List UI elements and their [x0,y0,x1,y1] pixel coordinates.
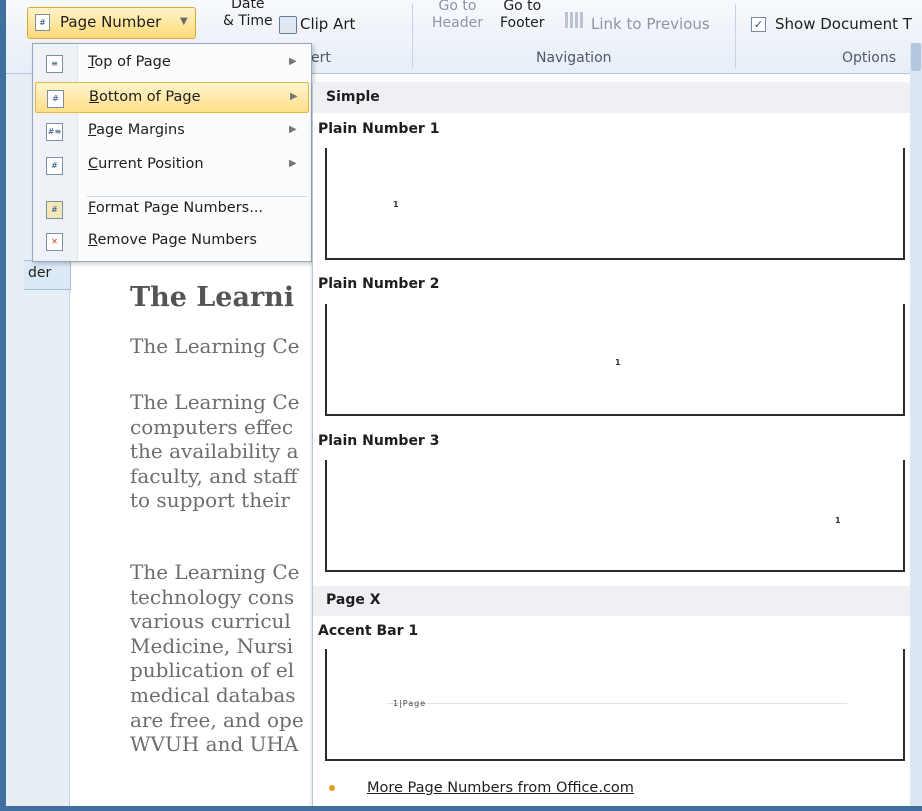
document-line: technology cons [130,584,295,609]
menu-item-format-page-numbers[interactable]: # Format Page Numbers... [35,194,309,225]
page-number-mark: 1 [615,358,621,367]
show-document-text-checkbox[interactable]: ✓ [751,17,766,32]
page-number-label: Page Number [60,13,162,31]
bullet-icon [329,785,335,791]
menu-item-label: Current Position [88,156,204,172]
menu-item-label: Page Margins [88,122,185,138]
navigation-group-label: Navigation [536,50,612,66]
go-to-header-line1: Go to [438,0,477,14]
date-time-line1: Date [231,0,265,12]
document-title: The Learni [130,282,295,313]
options-group-label: Options [842,50,897,66]
ribbon-separator [735,4,736,68]
accent-bar-line [387,703,847,704]
document-line: The Learning Ce [130,560,300,584]
go-to-header-button[interactable]: Go to Header [432,0,483,32]
gallery-item-plain-number-2[interactable]: 1 [325,304,905,416]
clip-art-button[interactable]: Clip Art [300,15,355,33]
document-line: the availability a [130,439,299,464]
scrollbar-thumb[interactable] [911,43,921,71]
bottom-of-page-icon: # [47,90,64,108]
show-document-text-label: Show Document T [775,15,912,33]
document-line: faculty, and staff [130,463,298,488]
gallery-item-name: Accent Bar 1 [318,623,419,639]
document-line: medical databas [130,682,296,707]
document-line: The Learning Ce [130,334,300,358]
page-number-mark: 1 [393,200,399,209]
document-paragraph-2: The Learning Ce computers effec the avai… [130,390,299,513]
current-position-icon: # [46,157,63,175]
chevron-right-icon: ▶ [289,158,297,169]
document-paragraph-1: The Learning Ce [130,334,299,359]
clip-art-icon [279,16,297,34]
gallery-item-plain-number-1[interactable]: 1 [325,148,905,260]
menu-item-bottom-of-page[interactable]: # Bottom of Page ▶ [35,82,309,113]
gallery-item-plain-number-3[interactable]: 1 [325,460,905,572]
header-tab[interactable]: der [24,260,71,290]
document-line: to support their [130,488,290,513]
document-line: computers effec [130,414,294,439]
more-page-numbers-link[interactable]: More Page Numbers from Office.com [313,776,911,806]
document-line: The Learning Ce [130,390,300,414]
window-frame-bottom [0,806,922,811]
gallery-section-simple: Simple [313,83,911,113]
page-number-button[interactable]: # Page Number ▼ [27,7,196,39]
menu-item-page-margins[interactable]: #≡ Page Margins ▶ [35,116,309,147]
document-line: various curricul [130,609,291,634]
document-line: WVUH and UHA [130,732,299,757]
page-number-menu: ≡ Top of Page ▶ # Bottom of Page ▶ #≡ Pa… [32,43,312,262]
gallery-item-name: Plain Number 3 [318,433,440,449]
chevron-right-icon: ▶ [289,124,297,135]
menu-item-label: Bottom of Page [89,89,201,105]
gallery-item-name: Plain Number 2 [318,276,440,292]
document-line: Medicine, Nursi [130,633,294,658]
page-number-mark: 1 [835,516,841,525]
accent-bar-text: 1|Page [393,699,427,708]
menu-item-top-of-page[interactable]: ≡ Top of Page ▶ [35,48,309,79]
ribbon-separator [412,4,413,68]
menu-item-label: Remove Page Numbers [88,232,257,248]
menu-item-label: Top of Page [88,54,171,70]
bottom-of-page-gallery: Simple Plain Number 1 1 Plain Number 2 1… [312,83,911,806]
menu-item-remove-page-numbers[interactable]: ✕ Remove Page Numbers [35,226,309,257]
go-to-footer-line2: Footer [500,15,545,31]
link-to-previous-icon [565,12,583,28]
go-to-footer-line1: Go to [503,0,542,14]
chevron-down-icon: ▼ [180,16,188,27]
menu-item-current-position[interactable]: # Current Position ▶ [35,150,309,181]
vertical-scrollbar[interactable] [910,43,922,806]
document-line: are free, and ope [130,707,304,732]
go-to-header-line2: Header [432,15,483,31]
page-number-icon: # [35,14,50,31]
document-line: publication of el [130,658,295,683]
chevron-right-icon: ▶ [289,56,297,67]
gallery-item-name: Plain Number 1 [318,121,440,137]
date-time-line2: & Time [223,13,273,29]
menu-item-label: Format Page Numbers... [88,200,264,216]
gallery-section-page-x: Page X [313,586,911,616]
document-paragraph-3: The Learning Ce technology cons various … [130,560,304,757]
top-of-page-icon: ≡ [46,55,63,73]
date-time-button[interactable]: Date & Time [223,0,273,30]
header-tab-label: der [28,265,52,281]
link-to-previous-button[interactable]: Link to Previous [591,15,710,33]
more-page-numbers-label: More Page Numbers from Office.com [367,780,634,796]
section-label: Page X [326,592,381,608]
chevron-right-icon: ▶ [290,91,298,102]
go-to-footer-button[interactable]: Go to Footer [500,0,545,32]
page-margins-icon: #≡ [46,123,63,141]
gallery-item-accent-bar-1[interactable]: 1|Page [325,649,905,761]
insert-group-label: ert [311,50,331,66]
format-page-numbers-icon: # [46,201,63,219]
section-label: Simple [326,89,380,105]
remove-page-numbers-icon: ✕ [46,233,63,251]
